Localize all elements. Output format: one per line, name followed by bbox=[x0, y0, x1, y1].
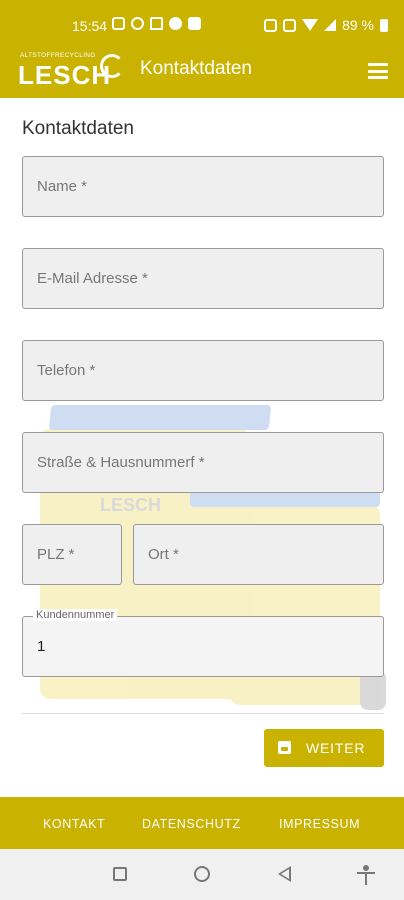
check-circle-icon bbox=[131, 17, 144, 30]
street-field[interactable]: Straße & Hausnummerf * bbox=[22, 432, 384, 493]
status-right-icons: 89 % bbox=[264, 17, 388, 33]
record-icon bbox=[169, 17, 182, 30]
battery-percent: 89 % bbox=[342, 17, 374, 33]
phone-placeholder: Telefon * bbox=[37, 362, 96, 379]
battery-icon bbox=[380, 18, 388, 32]
footer-link-impressum[interactable]: IMPRESSUM bbox=[279, 817, 360, 831]
status-left-icons bbox=[112, 17, 201, 30]
save-icon bbox=[278, 741, 291, 754]
street-placeholder: Straße & Hausnummerf * bbox=[37, 454, 205, 471]
phone-field[interactable]: Telefon * bbox=[22, 340, 384, 401]
weiter-label: WEITER bbox=[306, 740, 366, 756]
zip-placeholder: PLZ * bbox=[37, 546, 75, 563]
signal-icon bbox=[324, 19, 337, 31]
customer-number-field[interactable]: Kundennummer 1 bbox=[22, 609, 384, 677]
customer-number-value: 1 bbox=[37, 638, 46, 655]
page-title: Kontaktdaten bbox=[22, 118, 134, 139]
data-icon bbox=[264, 18, 278, 32]
name-field[interactable]: Name * bbox=[22, 156, 384, 217]
status-bar: 15:54 89 % bbox=[0, 0, 404, 50]
app-bar-title: Kontaktdaten bbox=[140, 58, 252, 79]
email-placeholder: E-Mail Adresse * bbox=[37, 270, 148, 287]
logo-subtitle: ALTSTOFFRECYCLING bbox=[20, 52, 96, 59]
calendar-icon bbox=[112, 17, 125, 30]
app-bar: ALTSTOFFRECYCLING LESCH Kontaktdaten bbox=[0, 50, 404, 98]
footer: KONTAKT DATENSCHUTZ IMPRESSUM bbox=[0, 797, 404, 849]
footer-link-kontakt[interactable]: KONTAKT bbox=[43, 817, 105, 831]
hamburger-menu-icon[interactable] bbox=[368, 63, 388, 79]
image-icon bbox=[188, 17, 201, 30]
menu-line bbox=[368, 63, 388, 66]
email-field[interactable]: E-Mail Adresse * bbox=[22, 248, 384, 309]
bin-lid bbox=[48, 405, 272, 430]
menu-line bbox=[368, 76, 388, 79]
city-field[interactable]: Ort * bbox=[133, 524, 384, 585]
customer-number-label: Kundennummer bbox=[33, 609, 118, 621]
back-triangle-icon[interactable] bbox=[278, 866, 291, 882]
recycle-swoosh-icon bbox=[100, 54, 124, 78]
accessibility-body bbox=[365, 872, 367, 885]
city-placeholder: Ort * bbox=[148, 546, 179, 563]
menu-line bbox=[368, 69, 388, 73]
weiter-button[interactable]: WEITER bbox=[264, 729, 384, 767]
wifi-icon bbox=[302, 19, 319, 31]
accessibility-head bbox=[363, 865, 369, 871]
logo-wordmark: LESCH bbox=[18, 60, 112, 90]
system-nav-bar bbox=[0, 849, 404, 900]
zip-field[interactable]: PLZ * bbox=[22, 524, 122, 585]
name-placeholder: Name * bbox=[37, 178, 88, 195]
volte-icon bbox=[283, 18, 297, 32]
footer-link-datenschutz[interactable]: DATENSCHUTZ bbox=[142, 817, 241, 831]
accessibility-icon[interactable] bbox=[357, 865, 375, 885]
recents-square-icon[interactable] bbox=[113, 867, 127, 881]
home-circle-icon[interactable] bbox=[194, 866, 210, 882]
home-icon bbox=[150, 17, 163, 30]
bin-watermark: LESCH bbox=[100, 495, 162, 515]
lesch-logo[interactable]: ALTSTOFFRECYCLING LESCH bbox=[18, 50, 124, 95]
status-time: 15:54 bbox=[72, 18, 108, 34]
form-divider bbox=[22, 713, 384, 714]
